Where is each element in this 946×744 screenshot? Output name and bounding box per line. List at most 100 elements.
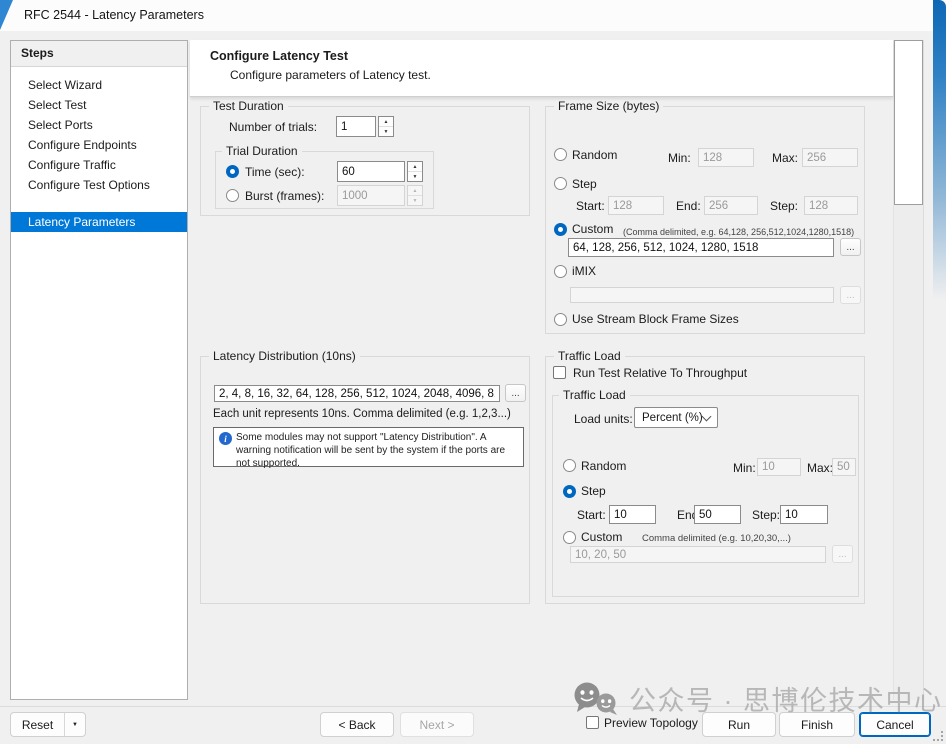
step-configure-test-options[interactable]: Configure Test Options [11, 175, 187, 195]
load-units-dropdown[interactable]: Percent (%) [634, 407, 718, 428]
traffic-load-inner-group: Traffic Load Load units: Percent (%) Ran… [552, 395, 859, 597]
spinner-buttons[interactable] [407, 161, 423, 182]
frame-min-label: Min: [668, 151, 691, 165]
chevron-down-icon [702, 411, 712, 421]
number-of-trials-input[interactable] [336, 116, 376, 137]
traffic-load-group: Traffic Load Run Test Relative To Throug… [545, 356, 865, 604]
frame-stepsize-input [804, 196, 858, 215]
finish-button[interactable]: Finish [779, 712, 855, 737]
latency-distribution-input[interactable] [214, 385, 500, 402]
resize-grip[interactable] [933, 731, 943, 741]
number-of-trials-label: Number of trials: [229, 120, 317, 134]
load-end-input[interactable] [694, 505, 741, 524]
wechat-logo-icon [573, 682, 621, 718]
frame-custom-radio[interactable] [554, 223, 567, 236]
frame-step-label: Step [572, 177, 597, 191]
steps-header: Steps [11, 41, 187, 67]
load-max-input [832, 458, 856, 476]
step-configure-traffic[interactable]: Configure Traffic [11, 155, 187, 175]
cancel-button[interactable]: Cancel [859, 712, 931, 737]
time-spinner[interactable] [337, 161, 423, 182]
load-custom-radio[interactable] [563, 531, 576, 544]
page-title: Configure Latency Test [210, 49, 348, 63]
step-latency-parameters[interactable]: Latency Parameters [11, 212, 187, 232]
load-custom-browse-button: ... [832, 545, 853, 563]
step-select-wizard[interactable]: Select Wizard [11, 75, 187, 95]
steps-panel: Steps Select Wizard Select Test Select P… [10, 40, 188, 700]
reset-button[interactable]: Reset [11, 713, 64, 736]
traffic-load-group-label: Traffic Load [554, 349, 625, 364]
reset-split-button[interactable]: Reset [10, 712, 86, 737]
relative-throughput-checkbox[interactable] [553, 366, 566, 379]
preview-topology-checkbox[interactable] [586, 716, 599, 729]
vertical-scrollbar[interactable] [893, 40, 923, 700]
frame-custom-input[interactable] [568, 238, 834, 257]
burst-spinner [337, 185, 423, 206]
test-duration-group: Test Duration Number of trials: Trial Du… [200, 106, 530, 216]
frame-imix-radio[interactable] [554, 265, 567, 278]
spinner-buttons [407, 185, 423, 206]
spin-up-icon[interactable] [408, 162, 422, 171]
preview-topology-label: Preview Topology [604, 716, 698, 730]
time-radio[interactable] [226, 165, 239, 178]
load-custom-input [570, 546, 826, 563]
frame-imix-label: iMIX [572, 264, 596, 278]
frame-custom-hint: (Comma delimited, e.g. 64,128, 256,512,1… [623, 225, 854, 239]
step-configure-endpoints[interactable]: Configure Endpoints [11, 135, 187, 155]
run-button[interactable]: Run [702, 712, 776, 737]
window-title: RFC 2544 - Latency Parameters [24, 8, 204, 22]
spin-down-icon[interactable] [408, 171, 422, 181]
frame-random-radio[interactable] [554, 148, 567, 161]
time-input[interactable] [337, 161, 405, 182]
scrollbar-thumb[interactable] [894, 40, 923, 205]
load-stepsize-input[interactable] [780, 505, 828, 524]
latency-distribution-browse-button[interactable]: ... [505, 384, 526, 402]
frame-size-group-label: Frame Size (bytes) [554, 99, 663, 114]
frame-imix-input [570, 287, 834, 303]
load-custom-label: Custom [581, 530, 622, 544]
reset-dropdown-icon[interactable] [64, 713, 85, 736]
step-select-ports[interactable]: Select Ports [11, 115, 187, 135]
load-stepsize-label: Step: [752, 508, 780, 522]
load-custom-hint: Comma delimited (e.g. 10,20,30,...) [642, 532, 791, 546]
frame-step-radio[interactable] [554, 177, 567, 190]
frame-streamblock-label: Use Stream Block Frame Sizes [572, 312, 739, 326]
frame-end-input [704, 196, 758, 215]
frame-start-label: Start: [576, 199, 605, 213]
frame-max-input [802, 148, 858, 167]
frame-min-input [698, 148, 754, 167]
number-of-trials-spinner[interactable] [336, 116, 394, 137]
frame-streamblock-radio[interactable] [554, 313, 567, 326]
frame-max-label: Max: [772, 151, 798, 165]
spin-down-icon[interactable] [379, 126, 393, 136]
rfc2544-wizard-window: RFC 2544 - Latency Parameters Steps Sele… [0, 0, 946, 744]
frame-custom-browse-button[interactable]: ... [840, 238, 861, 256]
relative-throughput-label: Run Test Relative To Throughput [573, 366, 747, 380]
frame-random-label: Random [572, 148, 617, 162]
frame-size-group: Frame Size (bytes) Random Min: Max: Step… [545, 106, 865, 334]
frame-start-input [608, 196, 664, 215]
content-header: Configure Latency Test Configure paramet… [190, 40, 893, 97]
spinner-buttons[interactable] [378, 116, 394, 137]
load-random-radio[interactable] [563, 459, 576, 472]
latency-info-text: Some modules may not support "Latency Di… [236, 431, 519, 470]
burst-radio[interactable] [226, 189, 239, 202]
background-window-edge [933, 0, 946, 300]
load-units-label: Load units: [574, 412, 633, 426]
test-duration-group-label: Test Duration [209, 99, 288, 114]
load-step-radio[interactable] [563, 485, 576, 498]
latency-distribution-group-label: Latency Distribution (10ns) [209, 349, 360, 364]
trial-duration-group: Trial Duration Time (sec): Burst (frames… [215, 151, 434, 209]
spin-up-icon[interactable] [379, 117, 393, 126]
spin-down-icon [408, 195, 422, 205]
load-step-label: Step [581, 484, 606, 498]
load-units-value: Percent (%) [642, 412, 703, 424]
frame-end-label: End: [676, 199, 701, 213]
back-button[interactable]: < Back [320, 712, 394, 737]
divider [923, 40, 924, 700]
load-min-label: Min: [733, 461, 756, 475]
latency-info-box: Some modules may not support "Latency Di… [213, 427, 524, 467]
load-start-input[interactable] [609, 505, 656, 524]
spin-up-icon [408, 186, 422, 195]
step-select-test[interactable]: Select Test [11, 95, 187, 115]
